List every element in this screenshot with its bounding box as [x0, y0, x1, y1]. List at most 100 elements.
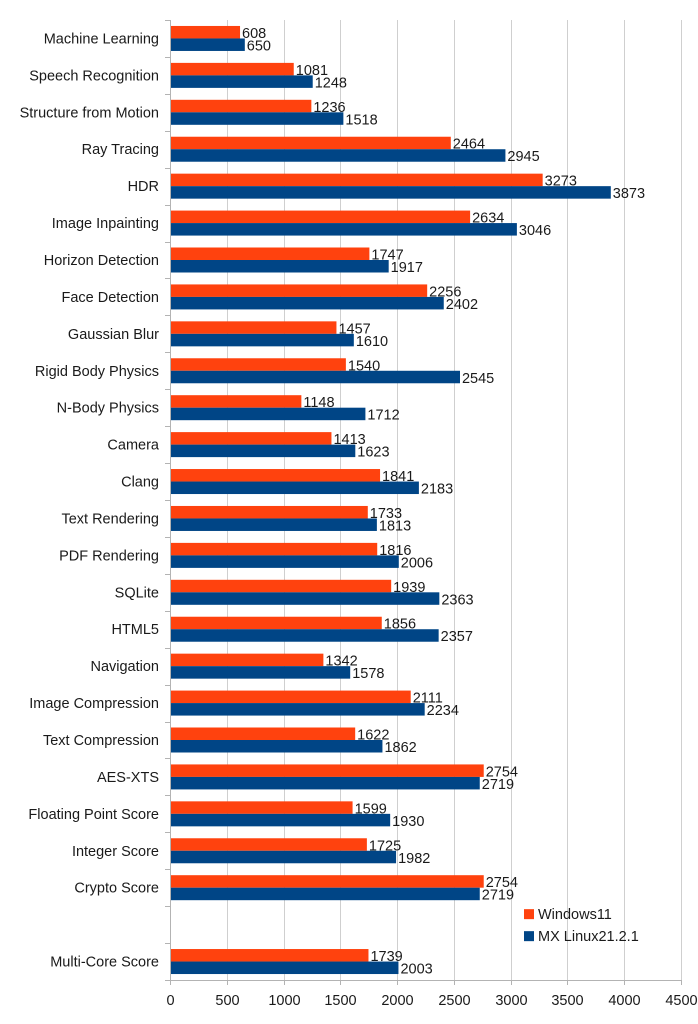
value-label-windows11-ray-tracing: 2464 — [453, 137, 485, 153]
x-tick-label: 4500 — [665, 993, 697, 1009]
value-label-mx-linux21-2-1-speech-recognition: 1248 — [315, 75, 347, 91]
value-label-mx-linux21-2-1-crypto-score: 2719 — [482, 888, 514, 904]
category-label-image-inpainting: Image Inpainting — [52, 216, 159, 232]
bar-windows11-speech-recognition — [171, 62, 294, 76]
bar-windows11-navigation — [171, 653, 324, 667]
bar-mx-linux21-2-1-n-body-physics — [171, 407, 366, 421]
value-label-mx-linux21-2-1-image-inpainting: 3046 — [519, 223, 551, 239]
category-label-sqlite: SQLite — [115, 585, 159, 601]
x-tick-label: 1000 — [268, 993, 300, 1009]
value-label-mx-linux21-2-1-html5: 2357 — [441, 629, 473, 645]
bar-windows11-camera — [171, 432, 332, 445]
value-label-windows11-image-inpainting: 2634 — [472, 211, 504, 227]
bar-mx-linux21-2-1-image-inpainting — [171, 223, 517, 236]
bar-windows11-text-compression — [171, 727, 356, 740]
bar-windows11-rigid-body-physics — [171, 358, 346, 371]
value-label-windows11-integer-score: 1725 — [369, 838, 401, 854]
category-label-camera: Camera — [107, 438, 160, 454]
bar-windows11-structure-from-motion — [171, 99, 312, 113]
x-tick-label: 2000 — [381, 993, 413, 1009]
category-label-floating-point-score: Floating Point Score — [28, 807, 159, 823]
category-label-image-compression: Image Compression — [29, 696, 159, 712]
value-labels: 6086501081124812361518246429453273387326… — [242, 26, 645, 978]
bar-windows11-multi-core-score — [171, 949, 369, 962]
x-tick-label: 3500 — [551, 993, 583, 1009]
category-label-aes-xts: AES-XTS — [97, 770, 159, 786]
value-label-mx-linux21-2-1-multi-core-score: 2003 — [400, 962, 432, 978]
bar-windows11-integer-score — [171, 838, 367, 851]
value-label-mx-linux21-2-1-aes-xts: 2719 — [482, 777, 514, 793]
value-label-mx-linux21-2-1-clang: 2183 — [421, 482, 453, 498]
category-label-n-body-physics: N-Body Physics — [57, 401, 159, 417]
category-label-navigation: Navigation — [90, 659, 159, 675]
bar-windows11-hdr — [171, 173, 543, 187]
bar-windows11-n-body-physics — [171, 395, 302, 408]
x-tick-label: 0 — [166, 993, 174, 1009]
value-label-mx-linux21-2-1-pdf-rendering: 2006 — [401, 555, 433, 571]
bar-windows11-text-rendering — [171, 505, 368, 519]
category-label-ray-tracing: Ray Tracing — [82, 142, 159, 158]
category-label-crypto-score: Crypto Score — [74, 881, 159, 897]
value-label-windows11-sqlite: 1939 — [393, 580, 425, 596]
category-label-machine-learning: Machine Learning — [44, 31, 159, 47]
value-label-mx-linux21-2-1-horizon-detection: 1917 — [391, 260, 423, 276]
legend-swatch-mx-linux — [524, 931, 534, 942]
bars — [171, 25, 611, 975]
value-label-mx-linux21-2-1-rigid-body-physics: 2545 — [462, 371, 494, 387]
bar-mx-linux21-2-1-navigation — [171, 666, 351, 679]
value-label-mx-linux21-2-1-machine-learning: 650 — [247, 38, 271, 54]
bar-windows11-floating-point-score — [171, 801, 353, 814]
value-label-windows11-multi-core-score: 1739 — [370, 949, 402, 965]
value-label-mx-linux21-2-1-floating-point-score: 1930 — [392, 814, 424, 830]
bar-mx-linux21-2-1-text-rendering — [171, 518, 377, 531]
value-label-windows11-structure-from-motion: 1236 — [313, 100, 345, 116]
value-label-mx-linux21-2-1-n-body-physics: 1712 — [367, 408, 399, 424]
category-label-rigid-body-physics: Rigid Body Physics — [35, 364, 159, 380]
bar-mx-linux21-2-1-aes-xts — [171, 776, 480, 790]
bar-windows11-image-compression — [171, 690, 411, 704]
bar-windows11-sqlite — [171, 579, 392, 593]
bar-mx-linux21-2-1-machine-learning — [171, 38, 245, 51]
bar-mx-linux21-2-1-camera — [171, 444, 356, 458]
category-label-hdr: HDR — [128, 179, 159, 195]
category-label-clang: Clang — [121, 475, 159, 491]
value-label-mx-linux21-2-1-text-compression: 1862 — [384, 740, 416, 756]
legend-swatch-windows11 — [524, 909, 534, 920]
value-label-mx-linux21-2-1-hdr: 3873 — [613, 186, 645, 202]
category-label-horizon-detection: Horizon Detection — [44, 253, 159, 269]
legend: Windows11 MX Linux21.2.1 — [524, 907, 639, 945]
value-label-mx-linux21-2-1-sqlite: 2363 — [441, 592, 473, 608]
bar-windows11-machine-learning — [171, 25, 241, 39]
bar-mx-linux21-2-1-horizon-detection — [171, 260, 389, 273]
bar-windows11-html5 — [171, 616, 382, 630]
category-label-text-rendering: Text Rendering — [61, 511, 159, 527]
bar-mx-linux21-2-1-speech-recognition — [171, 75, 313, 88]
value-label-mx-linux21-2-1-image-compression: 2234 — [427, 703, 459, 719]
value-label-windows11-rigid-body-physics: 1540 — [348, 358, 380, 374]
value-label-mx-linux21-2-1-structure-from-motion: 1518 — [345, 112, 377, 128]
x-tick-label: 500 — [215, 993, 239, 1009]
category-labels: Machine Learning Speech Recognition Struct… — [20, 31, 160, 970]
value-label-mx-linux21-2-1-navigation: 1578 — [352, 666, 384, 682]
bar-mx-linux21-2-1-gaussian-blur — [171, 333, 354, 347]
category-label-gaussian-blur: Gaussian Blur — [68, 327, 159, 343]
value-label-windows11-n-body-physics: 1148 — [303, 395, 334, 411]
bar-mx-linux21-2-1-text-compression — [171, 740, 383, 753]
bar-windows11-gaussian-blur — [171, 321, 337, 334]
category-label-speech-recognition: Speech Recognition — [29, 68, 159, 84]
x-tick-label: 2500 — [438, 993, 470, 1009]
category-label-integer-score: Integer Score — [72, 844, 159, 860]
bar-windows11-aes-xts — [171, 764, 484, 777]
value-label-mx-linux21-2-1-face-detection: 2402 — [446, 297, 478, 313]
category-label-text-compression: Text Compression — [43, 733, 159, 749]
bar-windows11-horizon-detection — [171, 247, 370, 260]
bar-windows11-pdf-rendering — [171, 542, 378, 556]
x-tick-label: 3000 — [495, 993, 527, 1009]
value-label-mx-linux21-2-1-integer-score: 1982 — [398, 851, 430, 867]
value-label-windows11-clang: 1841 — [382, 469, 414, 485]
bar-windows11-face-detection — [171, 284, 428, 297]
gridlines — [165, 20, 682, 981]
x-axis-ticks: 0 500 1000 1500 2000 2500 3000 3500 4000 4500 — [166, 980, 698, 1009]
legend-label-mx-linux: MX Linux21.2.1 — [538, 929, 639, 945]
bar-mx-linux21-2-1-integer-score — [171, 850, 397, 864]
